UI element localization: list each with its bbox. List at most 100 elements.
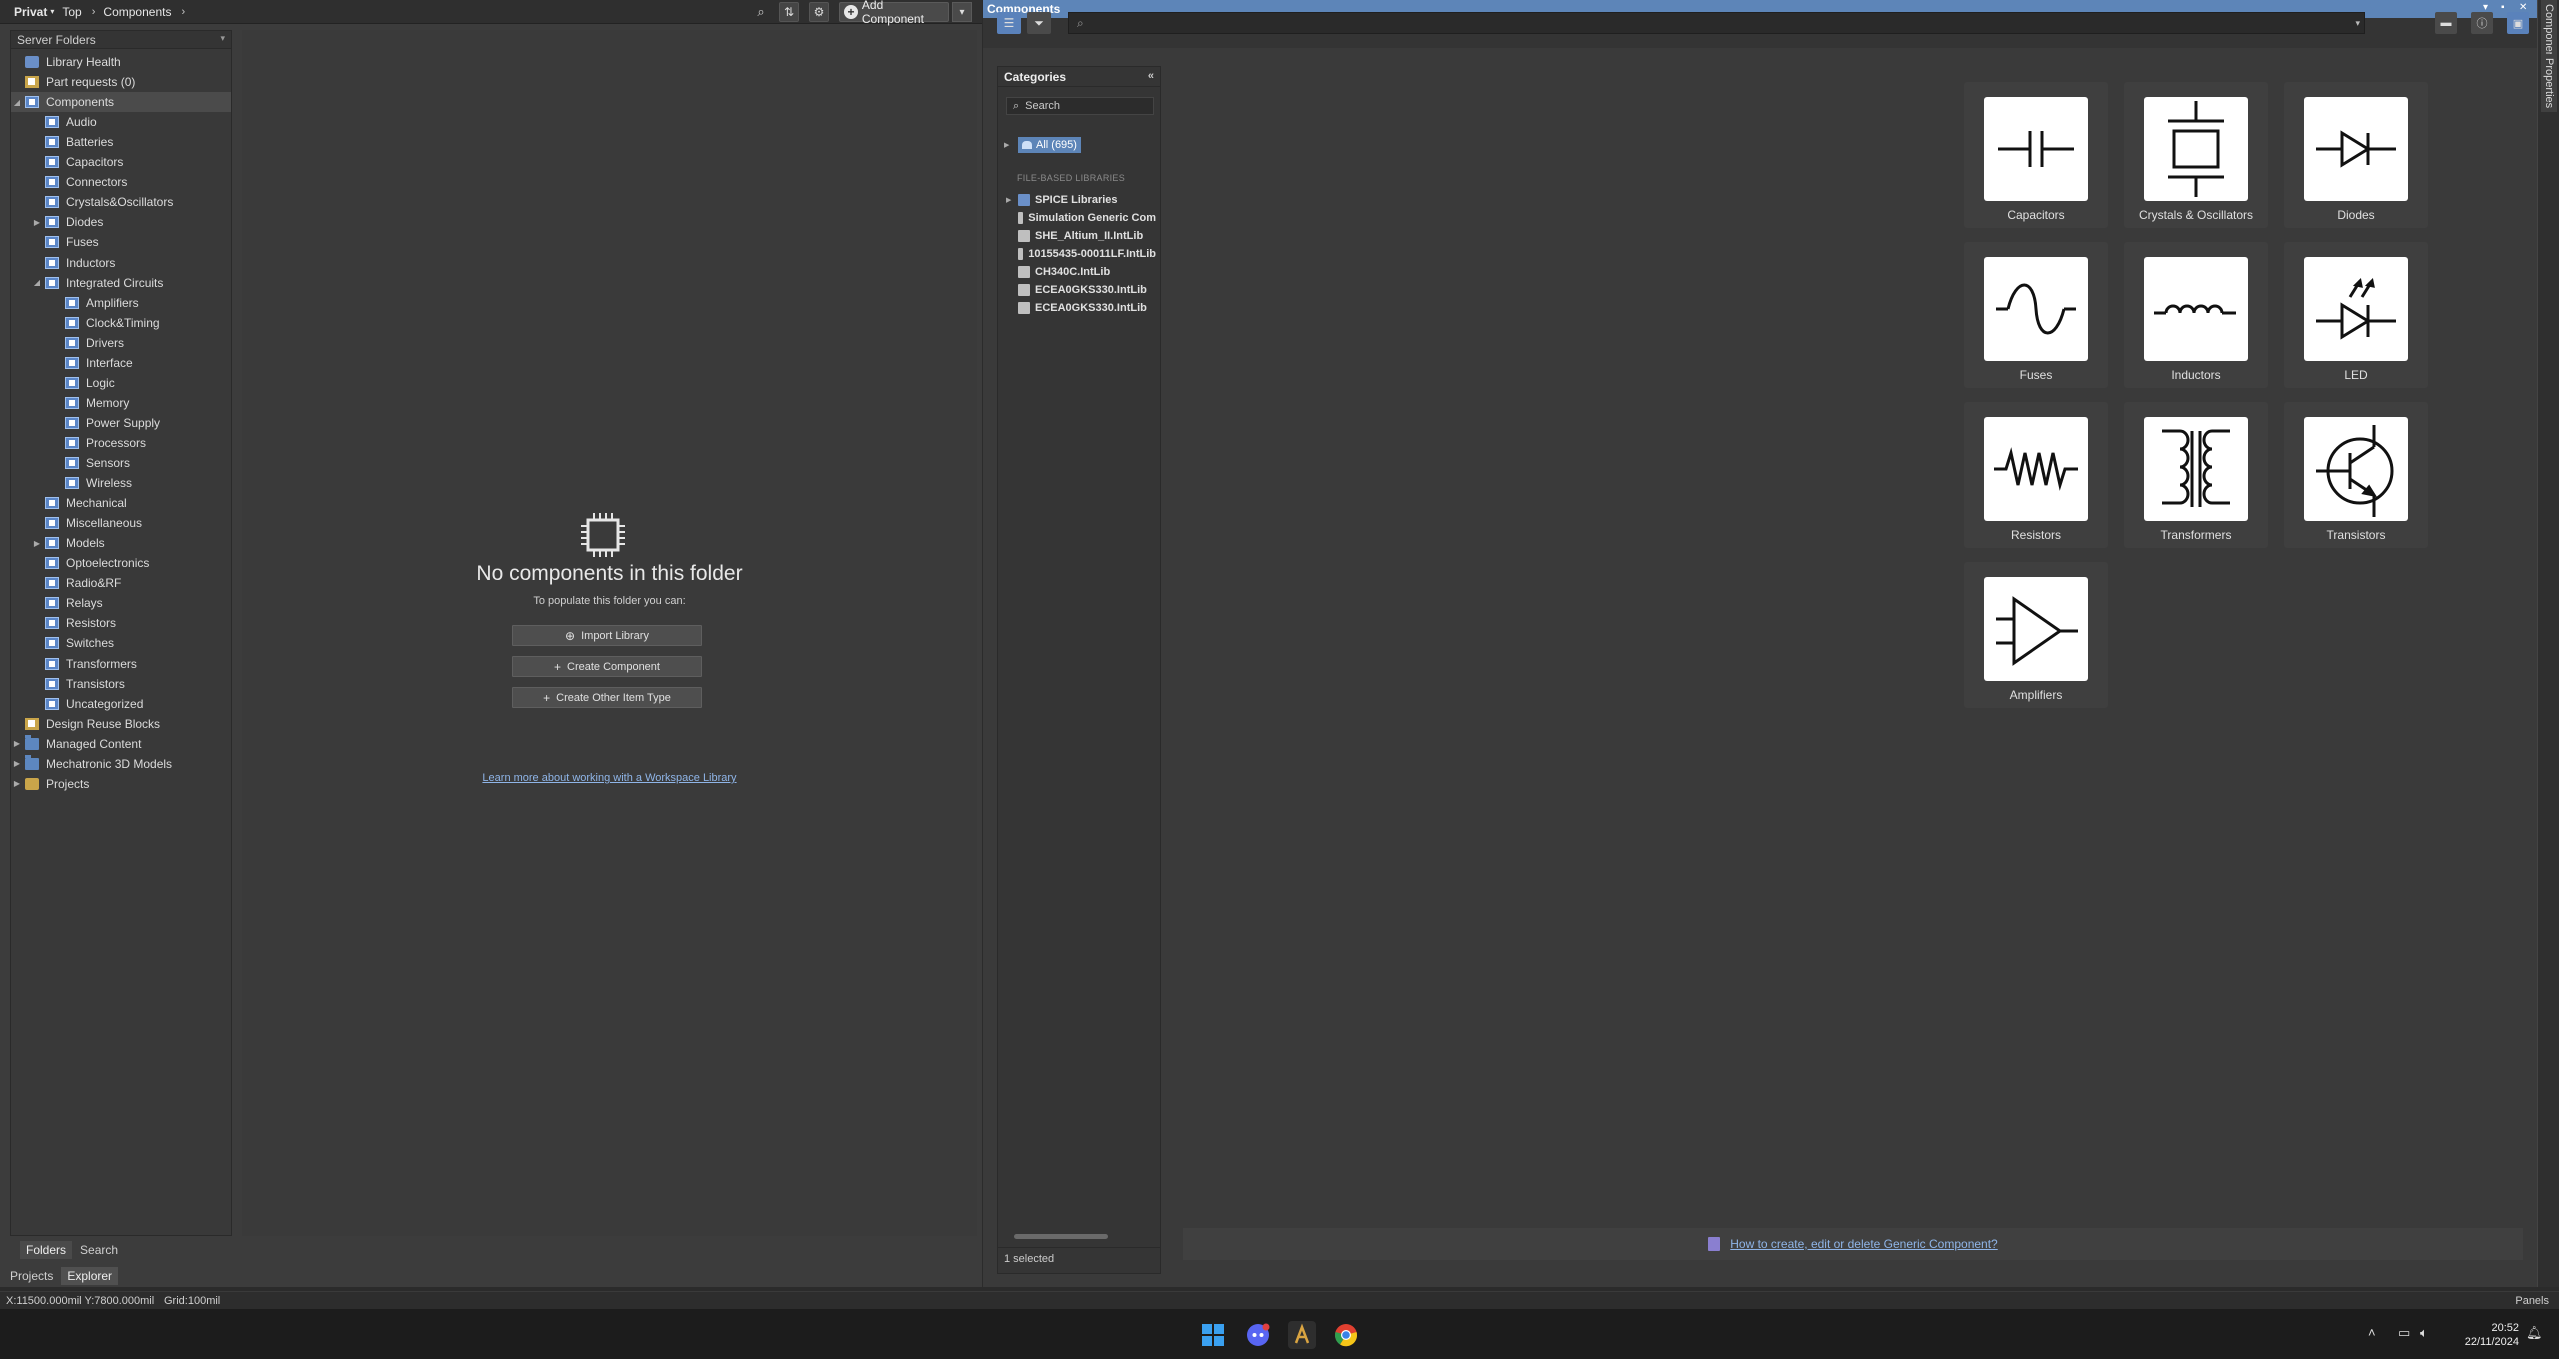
windows-start-icon[interactable] — [1199, 1321, 1227, 1349]
expanded-icon[interactable]: ◢ — [12, 98, 22, 107]
tree-item[interactable]: Fuses — [11, 232, 231, 252]
altium-icon[interactable] — [1288, 1321, 1316, 1349]
tab-projects[interactable]: Projects — [4, 1267, 59, 1285]
help-link[interactable]: How to create, edit or delete Generic Co… — [1730, 1237, 1997, 1251]
list-view-icon[interactable]: ☰ — [997, 12, 1021, 34]
add-component-dropdown[interactable]: ▾ — [952, 2, 972, 22]
expanded-icon[interactable]: ◢ — [32, 278, 42, 287]
tree-item[interactable]: ▶ Models — [11, 533, 231, 553]
add-component-button[interactable]: + Add Component — [839, 0, 949, 26]
category-tile[interactable]: Transformers — [2124, 402, 2268, 548]
learn-more-link[interactable]: Learn more about working with a Workspac… — [242, 772, 977, 784]
notification-bell-icon[interactable]: 🔔︎ — [2526, 1325, 2543, 1341]
table-view-icon[interactable]: ▬ — [2435, 12, 2457, 34]
panels-button[interactable]: Panels — [2515, 1295, 2549, 1307]
library-item[interactable]: SHE_Altium_II.IntLib — [1006, 227, 1156, 245]
tree-item[interactable]: Transformers — [11, 654, 231, 674]
gear-icon[interactable]: ⚙ — [809, 2, 829, 22]
tree-item[interactable]: Crystals&Oscillators — [11, 192, 231, 212]
tree-item[interactable]: ◢ Integrated Circuits — [11, 273, 231, 293]
expand-icon[interactable]: ▶ — [1006, 196, 1011, 204]
tree-item[interactable]: Logic — [11, 373, 231, 393]
category-tile[interactable]: Transistors — [2284, 402, 2428, 548]
tree-header[interactable]: Server Folders ▾ — [11, 31, 231, 49]
tree-item[interactable]: Clock&Timing — [11, 313, 231, 333]
category-all[interactable]: ▶ All (695) — [1004, 137, 1081, 153]
library-item[interactable]: CH340C.IntLib — [1006, 263, 1156, 281]
expand-icon[interactable]: ▶ — [32, 539, 42, 548]
tree-item[interactable]: Interface — [11, 353, 231, 373]
discord-icon[interactable] — [1244, 1321, 1272, 1349]
clock[interactable]: 20:52 22/11/2024 — [2465, 1321, 2519, 1349]
categories-search-input[interactable]: ⌕ Search — [1006, 97, 1154, 115]
speaker-icon[interactable]: 🔈︎ — [2420, 1325, 2428, 1341]
expand-icon[interactable]: ▶ — [12, 739, 22, 748]
library-item[interactable]: ECEA0GKS330.IntLib — [1006, 281, 1156, 299]
tab-explorer[interactable]: Explorer — [61, 1267, 119, 1285]
collapse-icon[interactable]: « — [1148, 70, 1154, 82]
tree-item[interactable]: Resistors — [11, 613, 231, 633]
tree-item[interactable]: Capacitors — [11, 152, 231, 172]
tab-folders[interactable]: Folders — [20, 1241, 73, 1259]
tree-item[interactable]: Optoelectronics — [11, 553, 231, 573]
refresh-icon[interactable]: ⇅ — [779, 2, 799, 22]
category-tile[interactable]: Fuses — [1964, 242, 2108, 388]
breadcrumb-root[interactable]: Privat ▾ — [14, 5, 54, 19]
tree-item[interactable]: Part requests (0) — [11, 72, 231, 92]
tree-item[interactable]: ▶ Mechatronic 3D Models — [11, 754, 231, 774]
tree-item[interactable]: Radio&RF — [11, 573, 231, 593]
import-library-button[interactable]: ⊕ Import Library — [512, 625, 702, 646]
breadcrumb-top[interactable]: Top — [62, 5, 81, 19]
tree-item[interactable]: Design Reuse Blocks — [11, 714, 231, 734]
tree-item[interactable]: Processors — [11, 433, 231, 453]
info-icon[interactable]: ⓘ — [2471, 12, 2493, 34]
tree-item[interactable]: ▶ Managed Content — [11, 734, 231, 754]
tree-item[interactable]: Relays — [11, 593, 231, 613]
tree-item[interactable]: Wireless — [11, 473, 231, 493]
breadcrumb-components[interactable]: Components — [103, 5, 171, 19]
tree-item[interactable]: Inductors — [11, 253, 231, 273]
tree-item[interactable]: Sensors — [11, 453, 231, 473]
category-tile[interactable]: LED — [2284, 242, 2428, 388]
tree-item[interactable]: Uncategorized — [11, 694, 231, 714]
tab-search[interactable]: Search — [74, 1241, 124, 1259]
tree-item[interactable]: Power Supply — [11, 413, 231, 433]
category-tile[interactable]: Capacitors — [1964, 82, 2108, 228]
library-item[interactable]: 10155435-00011LF.IntLib — [1006, 245, 1156, 263]
create-component-button[interactable]: + Create Component — [512, 656, 702, 677]
chevron-down-icon[interactable]: ▾ — [220, 33, 225, 44]
tree-item[interactable]: ◢ Components — [11, 92, 231, 113]
tree-item[interactable]: Mechanical — [11, 493, 231, 513]
chrome-icon[interactable] — [1332, 1321, 1360, 1349]
tree-item[interactable]: Amplifiers — [11, 293, 231, 313]
tree-item[interactable]: Connectors — [11, 172, 231, 192]
side-tab-properties[interactable]: Properties — [2541, 54, 2557, 113]
tree-item[interactable]: Memory — [11, 393, 231, 413]
category-tile[interactable]: Resistors — [1964, 402, 2108, 548]
chevron-up-icon[interactable]: ˄ — [2368, 1325, 2376, 1340]
expand-icon[interactable]: ▶ — [12, 779, 22, 788]
grid-view-icon[interactable]: ▣ — [2507, 12, 2529, 34]
components-search-input[interactable]: ⌕ ▾ — [1068, 12, 2365, 34]
network-icon[interactable]: ▭ — [2398, 1325, 2410, 1341]
chevron-down-icon[interactable]: ▾ — [2355, 18, 2360, 29]
tree-item[interactable]: Batteries — [11, 132, 231, 152]
category-tile[interactable]: Inductors — [2124, 242, 2268, 388]
tree-item[interactable]: Transistors — [11, 674, 231, 694]
tree-item[interactable]: Miscellaneous — [11, 513, 231, 533]
create-other-item-button[interactable]: + Create Other Item Type — [512, 687, 702, 708]
library-item[interactable]: Simulation Generic Com — [1006, 209, 1156, 227]
expand-icon[interactable]: ▶ — [12, 759, 22, 768]
library-item[interactable]: ECEA0GKS330.IntLib — [1006, 299, 1156, 317]
tree-item[interactable]: ▶ Projects — [11, 774, 231, 794]
tree-item[interactable]: Audio — [11, 112, 231, 132]
filter-icon[interactable]: ⏷ — [1027, 12, 1051, 34]
expand-icon[interactable]: ▶ — [32, 218, 42, 227]
expand-icon[interactable]: ▶ — [1004, 141, 1009, 149]
category-tile[interactable]: Diodes — [2284, 82, 2428, 228]
horizontal-scrollbar[interactable] — [1014, 1234, 1108, 1239]
category-tile[interactable]: Amplifiers — [1964, 562, 2108, 708]
search-icon[interactable]: ⌕ — [752, 3, 770, 21]
tree-item[interactable]: Drivers — [11, 333, 231, 353]
library-item[interactable]: ▶ SPICE Libraries — [1006, 191, 1156, 209]
